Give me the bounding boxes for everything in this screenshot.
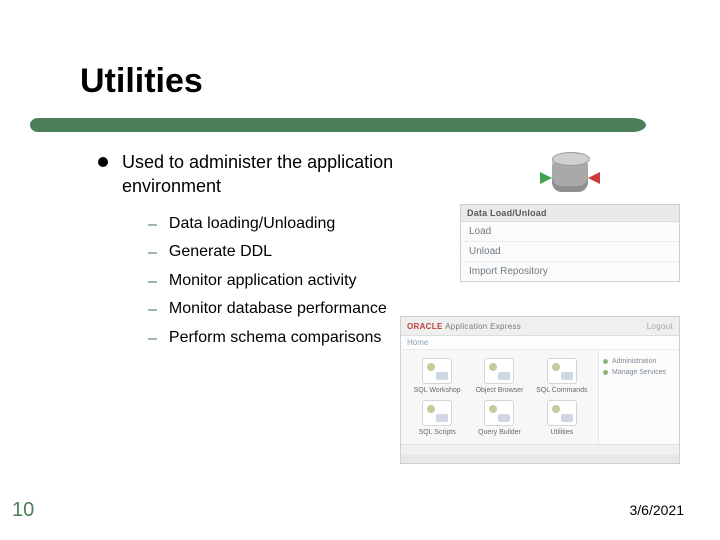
sidebar-link-label: Manage Services — [612, 369, 666, 376]
sidebar-link-label: Administration — [612, 358, 656, 365]
tile: Query Builder — [471, 400, 527, 436]
database-icon-row — [460, 150, 680, 198]
tile-icon — [547, 358, 577, 384]
bullet-level2-item: – Monitor database performance — [148, 298, 398, 321]
dot-icon — [603, 370, 608, 375]
app-body: SQL Workshop Object Browser SQL Commands… — [401, 350, 679, 444]
tile: SQL Scripts — [409, 400, 465, 436]
sidebar: Administration Manage Services — [598, 350, 679, 444]
panel-row: Unload — [461, 242, 679, 262]
app-window: ORACLE Application Express Logout Home S… — [400, 316, 680, 464]
bullet-dot-icon — [98, 157, 108, 167]
arrow-in-icon — [540, 172, 552, 184]
breadcrumb: Home — [401, 336, 679, 350]
tile-grid: SQL Workshop Object Browser SQL Commands… — [401, 350, 598, 444]
bullet-level1: Used to administer the application envir… — [98, 150, 398, 199]
dash-icon: – — [148, 271, 157, 293]
dot-icon — [603, 359, 608, 364]
brand-label: ORACLE — [407, 322, 443, 331]
bullet-level2-item: – Perform schema comparisons — [148, 327, 398, 350]
app-footer — [401, 444, 679, 455]
sidebar-link: Administration — [603, 356, 675, 367]
tile-label: SQL Workshop — [414, 387, 461, 394]
bullet-level2-text: Monitor application activity — [169, 270, 398, 292]
tile-label: Query Builder — [478, 429, 521, 436]
brand-sub-label: Application Express — [445, 322, 521, 331]
page-number: 10 — [12, 499, 34, 522]
tile-label: SQL Commands — [536, 387, 587, 394]
tile-icon — [484, 400, 514, 426]
tile-label: Object Browser — [476, 387, 524, 394]
body-content: Used to administer the application envir… — [98, 150, 398, 356]
title-underline — [30, 118, 632, 132]
slide: Utilities Used to administer the applica… — [0, 0, 720, 540]
bar-right-label: Logout — [647, 322, 673, 331]
figure-data-load-panel: Data Load/Unload Load Unload Import Repo… — [460, 150, 680, 282]
arrow-out-icon — [588, 172, 600, 184]
tile: SQL Workshop — [409, 358, 465, 394]
tile-icon — [422, 400, 452, 426]
tile: Utilities — [534, 400, 590, 436]
tile: SQL Commands — [534, 358, 590, 394]
app-titlebar: ORACLE Application Express Logout — [401, 317, 679, 336]
dash-icon: – — [148, 299, 157, 321]
slide-title: Utilities — [80, 62, 203, 101]
tile: Object Browser — [471, 358, 527, 394]
bullet-level2-list: – Data loading/Unloading – Generate DDL … — [148, 213, 398, 350]
tile-label: Utilities — [551, 429, 574, 436]
dash-icon: – — [148, 242, 157, 264]
app-footer-2 — [401, 455, 679, 463]
tile-icon — [547, 400, 577, 426]
tile-icon — [422, 358, 452, 384]
panel-row: Load — [461, 222, 679, 242]
panel-row: Import Repository — [461, 262, 679, 281]
dash-icon: – — [148, 328, 157, 350]
database-load-unload-icon — [542, 150, 598, 198]
data-load-panel: Data Load/Unload Load Unload Import Repo… — [460, 204, 680, 282]
dash-icon: – — [148, 214, 157, 236]
bullet-level2-item: – Generate DDL — [148, 241, 398, 264]
bullet-level2-text: Data loading/Unloading — [169, 213, 398, 235]
bullet-level2-item: – Data loading/Unloading — [148, 213, 398, 236]
bullet-level1-text: Used to administer the application envir… — [122, 150, 398, 199]
sidebar-link: Manage Services — [603, 367, 675, 378]
panel-header: Data Load/Unload — [461, 205, 679, 222]
tile-label: SQL Scripts — [419, 429, 456, 436]
figure-app-window: ORACLE Application Express Logout Home S… — [400, 316, 680, 464]
tile-icon — [484, 358, 514, 384]
bullet-level2-text: Generate DDL — [169, 241, 398, 263]
bullet-level2-text: Perform schema comparisons — [169, 327, 398, 349]
bullet-level2-text: Monitor database performance — [169, 298, 398, 320]
bullet-level2-item: – Monitor application activity — [148, 270, 398, 293]
slide-date: 3/6/2021 — [630, 502, 685, 518]
